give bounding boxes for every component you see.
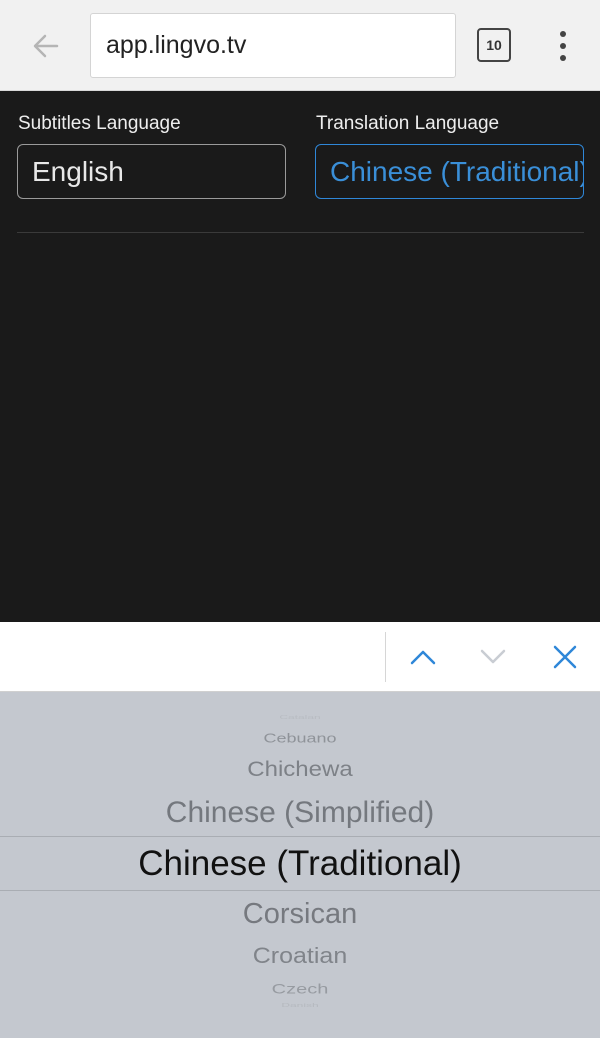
close-picker-button[interactable] (542, 634, 588, 680)
overflow-menu-button[interactable] (548, 28, 578, 64)
url-text: app.lingvo.tv (106, 31, 247, 59)
picker-option[interactable]: Czech (0, 981, 600, 997)
picker-option[interactable]: Corsican (0, 898, 600, 931)
browser-toolbar: app.lingvo.tv 10 (0, 0, 600, 91)
tab-count: 10 (486, 37, 502, 53)
language-picker-wheel[interactable]: Catalan Cebuano Chichewa Chinese (Simpli… (0, 692, 600, 1038)
divider (17, 232, 584, 233)
translation-language-select[interactable]: Chinese (Traditional) (315, 144, 584, 199)
picker-option[interactable]: Danish (0, 1002, 600, 1008)
page-content: Subtitles Language Translation Language … (0, 91, 600, 622)
picker-accessory-bar (0, 622, 600, 692)
more-vertical-icon (560, 55, 566, 61)
more-vertical-icon (560, 43, 566, 49)
translation-language-label: Translation Language (316, 113, 500, 134)
more-vertical-icon (560, 31, 566, 37)
next-field-button[interactable] (470, 634, 516, 680)
subtitles-language-select[interactable]: English (17, 144, 286, 199)
picker-option-selected[interactable]: Chinese (Traditional) (0, 844, 600, 884)
picker-option[interactable]: Chichewa (0, 758, 600, 783)
chevron-down-icon (480, 649, 506, 664)
address-bar[interactable]: app.lingvo.tv (90, 13, 456, 78)
close-icon (553, 645, 577, 669)
tab-switcher-button[interactable]: 10 (477, 28, 511, 62)
chevron-up-icon (410, 650, 436, 665)
previous-field-button[interactable] (400, 634, 446, 680)
subtitles-language-label: Subtitles Language (18, 113, 181, 134)
arrow-left-icon (33, 34, 59, 58)
picker-option[interactable]: Catalan (0, 714, 600, 720)
picker-option[interactable]: Croatian (0, 944, 600, 970)
accessory-separator (385, 632, 386, 682)
picker-option[interactable]: Chinese (Simplified) (0, 796, 600, 830)
back-button[interactable] (22, 22, 70, 70)
picker-option[interactable]: Cebuano (0, 731, 600, 746)
